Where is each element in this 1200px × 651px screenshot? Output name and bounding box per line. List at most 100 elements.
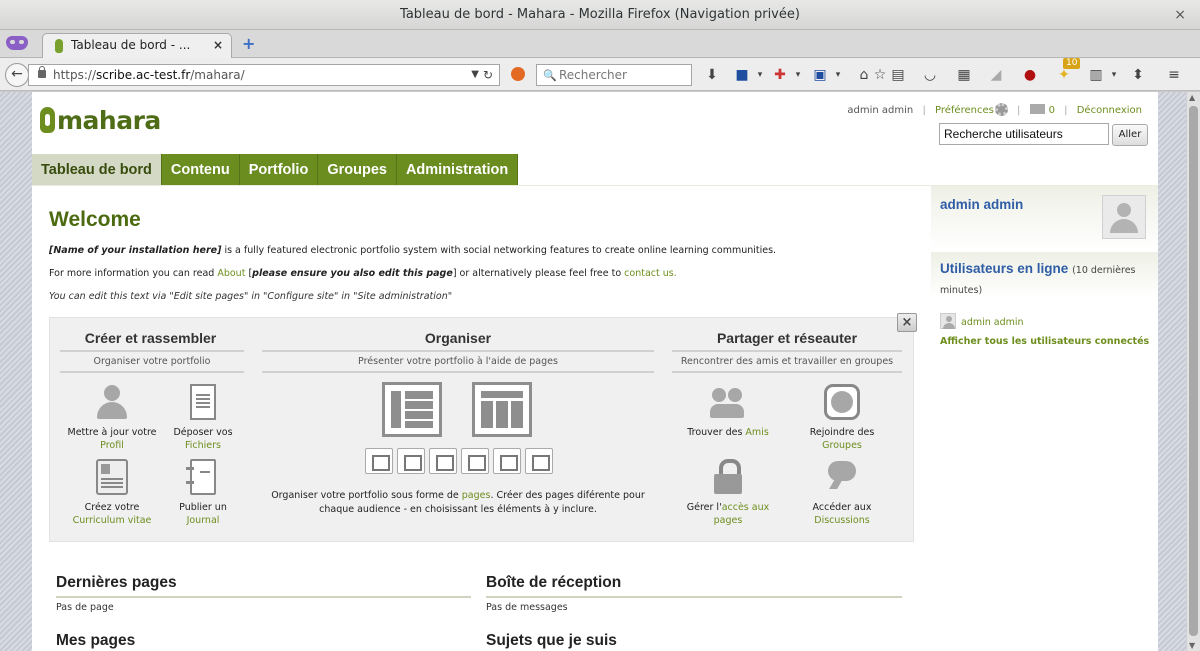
scrollbar-thumb[interactable] xyxy=(1189,106,1198,636)
tile-access-link[interactable]: accès aux pages xyxy=(714,502,770,526)
welcome-paragraph-3: You can edit this text via "Edit site pa… xyxy=(49,291,453,302)
external-media-block-icon xyxy=(493,448,521,474)
contact-us-link[interactable]: contact us. xyxy=(624,268,677,279)
tile-files-link[interactable]: Fichiers xyxy=(185,440,221,451)
bookmarks-list-icon[interactable]: ▤ xyxy=(888,64,908,86)
organise-subtitle: Présenter votre portfolio à l'aide de pa… xyxy=(358,356,558,367)
tile-journal[interactable]: Publier un Journal xyxy=(160,459,246,527)
addon-screen-icon[interactable]: ▣ xyxy=(810,64,830,86)
logout-link[interactable]: Déconnexion xyxy=(1077,105,1142,116)
image-block-icon xyxy=(397,448,425,474)
gear-icon[interactable] xyxy=(994,103,1008,116)
nav-groups[interactable]: Groupes xyxy=(318,154,397,186)
preferences-link[interactable]: Préférences xyxy=(935,105,994,116)
nav-portfolio[interactable]: Portfolio xyxy=(239,154,319,186)
scroll-down-icon[interactable]: ▼ xyxy=(1189,641,1195,650)
nav-administration[interactable]: Administration xyxy=(396,154,519,186)
tile-friends[interactable]: Trouver des Amis xyxy=(680,384,776,439)
new-tab-button[interactable]: + xyxy=(242,34,255,53)
tile-discussions-text: Accéder aux xyxy=(812,502,872,513)
tile-cv-link[interactable]: Curriculum vitae xyxy=(73,515,152,526)
nav-dashboard[interactable]: Tableau de bord xyxy=(32,154,162,186)
tab-title: Tableau de bord - ... xyxy=(71,38,191,52)
page-layout-grid-icon xyxy=(472,382,532,437)
reader-dropdown-icon[interactable]: ▾ xyxy=(1104,64,1124,86)
tile-access[interactable]: Gérer l'accès aux pages xyxy=(680,459,776,527)
bookmark-star-icon[interactable]: ☆ xyxy=(870,64,890,86)
url-scheme: https:// xyxy=(53,68,97,82)
user-links: admin admin | Préférences | 0 | Déconnex… xyxy=(847,103,1142,116)
followed-topics-title: Sujets que je suis xyxy=(486,632,617,649)
tile-cv[interactable]: Créez votre Curriculum vitae xyxy=(64,459,160,527)
share-network-title: Partager et réseauter xyxy=(716,330,858,346)
inbox-title: Boîte de réception xyxy=(486,574,622,591)
nav-content[interactable]: Contenu xyxy=(161,154,240,186)
share-network-subtitle: Rencontrer des amis et travailler en gro… xyxy=(680,356,894,367)
tile-profile-link[interactable]: Profil xyxy=(100,440,124,451)
private-browsing-icon xyxy=(6,36,28,50)
organise-rule-2 xyxy=(262,371,654,373)
ublock-icon[interactable]: ● xyxy=(1020,64,1040,86)
user-search-input[interactable]: Recherche utilisateurs xyxy=(939,123,1109,145)
note-block-icon xyxy=(461,448,489,474)
addon-red-cross-icon[interactable]: ✚ xyxy=(770,64,790,86)
addon-dropdown-icon[interactable]: ▾ xyxy=(788,64,808,86)
addon-puzzle-icon[interactable]: ⬍ xyxy=(1128,64,1148,86)
user-profile-link[interactable]: admin admin xyxy=(847,105,913,116)
search-bar[interactable]: 🔍 Rechercher xyxy=(536,64,692,86)
back-button[interactable]: ← xyxy=(5,63,29,87)
addon-screen-dropdown-icon[interactable]: ▾ xyxy=(828,64,848,86)
envelope-icon[interactable] xyxy=(1029,104,1045,114)
vertical-scrollbar[interactable]: ▲ ▼ xyxy=(1186,92,1200,651)
friends-icon xyxy=(710,384,746,420)
scroll-up-icon[interactable]: ▲ xyxy=(1189,93,1195,102)
site-identity-icon[interactable] xyxy=(511,67,525,81)
menu-hamburger-icon[interactable]: ≡ xyxy=(1164,64,1184,86)
create-collect-title: Créer et rassembler xyxy=(84,330,217,346)
page-layout-sidebar-icon xyxy=(382,382,442,437)
send-icon[interactable]: ◢ xyxy=(986,64,1006,86)
window-title: Tableau de bord - Mahara - Mozilla Firef… xyxy=(400,7,800,22)
url-bar[interactable]: https://scribe.ac-test.fr/mahara/ ▼ ↻ xyxy=(28,64,500,86)
online-user-avatar xyxy=(940,313,956,329)
tile-profile[interactable]: Mettre à jour votre Profil xyxy=(64,384,160,452)
tile-discussions-link[interactable]: Discussions xyxy=(814,515,869,526)
online-user-link[interactable]: admin admin xyxy=(961,317,1024,328)
logo-text: mahara xyxy=(57,106,161,135)
user-search-go-button[interactable]: Aller xyxy=(1112,124,1148,146)
tile-discussions[interactable]: Accéder aux Discussions xyxy=(794,459,890,527)
tile-journal-link[interactable]: Journal xyxy=(187,515,220,526)
welcome-p2-text-a: For more information you can read xyxy=(49,268,218,279)
about-link[interactable]: About xyxy=(217,268,245,279)
mahara-logo[interactable]: mahara xyxy=(40,106,161,135)
mahara-leaf-icon xyxy=(40,107,55,133)
folder-block-icon xyxy=(429,448,457,474)
download-icon[interactable]: ⬇ xyxy=(702,64,722,86)
inbox-count-link[interactable]: 0 xyxy=(1049,105,1055,116)
save-icon[interactable]: ■ xyxy=(732,64,752,86)
save-dropdown-icon[interactable]: ▾ xyxy=(750,64,770,86)
main-navigation: Tableau de bord Contenu Portfolio Groupe… xyxy=(32,154,519,186)
tile-groups-link[interactable]: Groupes xyxy=(822,440,862,451)
url-history-dropdown-icon[interactable]: ▼ xyxy=(471,65,479,85)
welcome-paragraph-2: For more information you can read About … xyxy=(49,268,677,279)
online-user-item[interactable]: admin admin xyxy=(940,313,1024,329)
apps-grid-icon[interactable]: ▦ xyxy=(954,64,974,86)
overview-close-button[interactable]: × xyxy=(897,313,917,332)
reload-icon[interactable]: ↻ xyxy=(483,65,493,85)
avatar[interactable] xyxy=(1102,195,1146,239)
tile-friends-link[interactable]: Amis xyxy=(745,427,768,438)
tab-close-button[interactable]: × xyxy=(213,38,223,52)
tile-files[interactable]: Déposer vos Fichiers xyxy=(160,384,246,452)
tile-groups[interactable]: Rejoindre des Groupes xyxy=(794,384,890,452)
reader-icon[interactable]: ▥ xyxy=(1086,64,1106,86)
profile-name-link[interactable]: admin admin xyxy=(940,197,1023,212)
chat-icon xyxy=(824,459,860,495)
show-all-online-link[interactable]: Afficher tous les utilisateurs connectés xyxy=(940,336,1149,347)
pages-link[interactable]: pages xyxy=(462,490,491,501)
pocket-icon[interactable]: ◡ xyxy=(920,64,940,86)
window-close-button[interactable]: × xyxy=(1174,0,1186,30)
tab-dashboard[interactable]: Tableau de bord - ... × xyxy=(42,33,232,58)
online-users-title-text: Utilisateurs en ligne xyxy=(940,261,1069,276)
installation-name: [Name of your installation here] xyxy=(49,245,222,256)
